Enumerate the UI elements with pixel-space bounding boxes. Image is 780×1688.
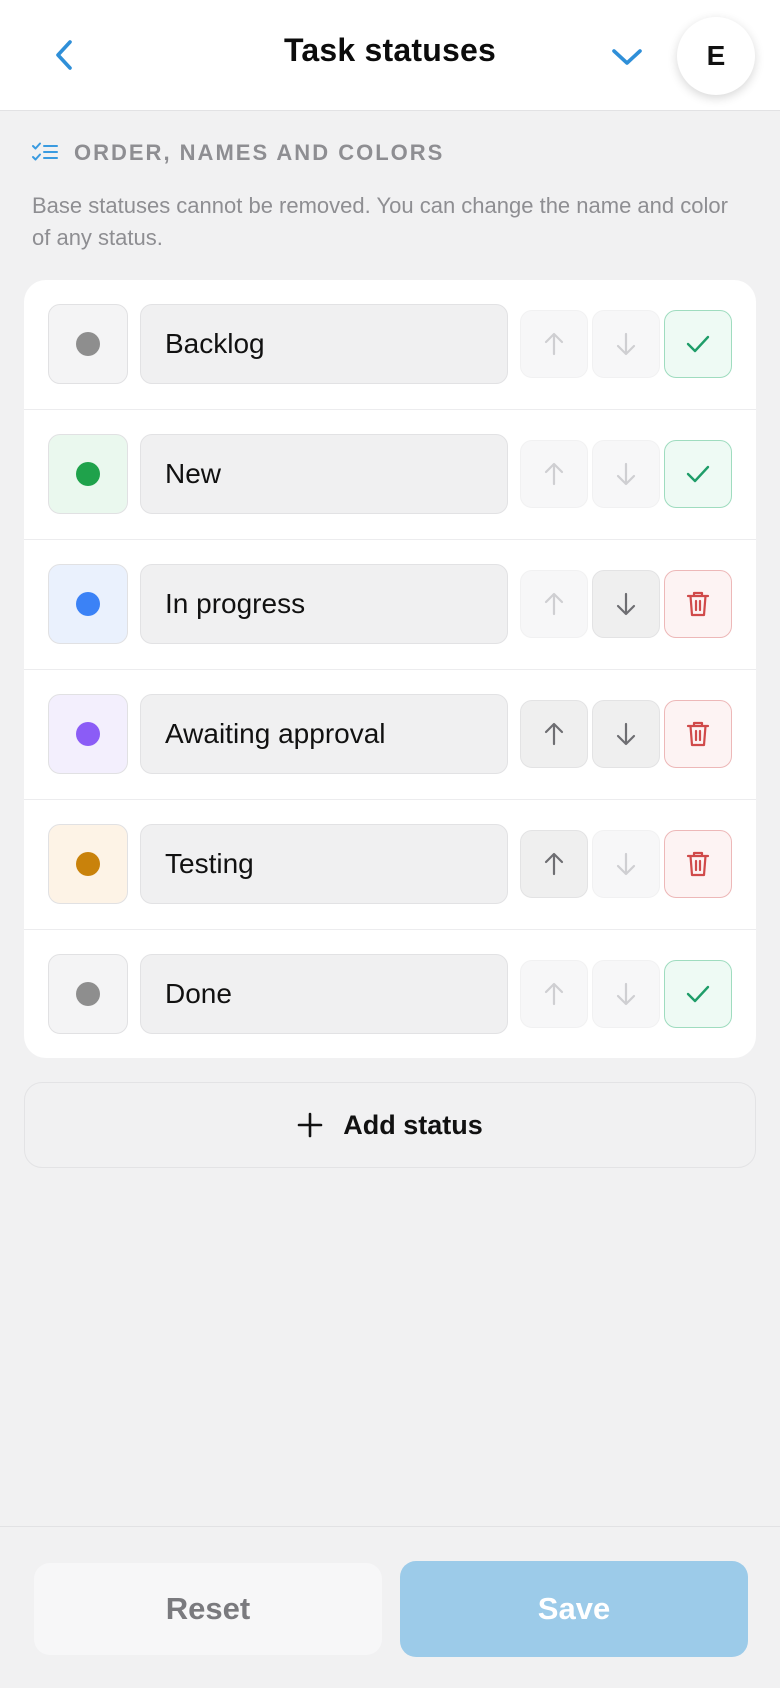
move-down-button[interactable] — [592, 700, 660, 768]
arrow-up-icon — [544, 592, 564, 616]
status-name-input[interactable] — [140, 694, 508, 774]
section-title: ORDER, NAMES AND COLORS — [74, 140, 445, 165]
arrow-up-icon — [544, 462, 564, 486]
status-name-input[interactable] — [140, 954, 508, 1034]
checklist-icon — [32, 142, 58, 161]
check-icon — [686, 335, 710, 353]
chevron-down-icon — [612, 49, 642, 65]
top-bar: Task statuses E — [0, 0, 780, 111]
color-dot — [76, 592, 100, 616]
plus-icon — [297, 1112, 323, 1138]
move-down-button[interactable] — [592, 310, 660, 378]
add-status-label: Add status — [343, 1109, 483, 1140]
status-row — [24, 800, 756, 930]
color-swatch-button[interactable] — [48, 434, 128, 514]
delete-status-button[interactable] — [664, 830, 732, 898]
arrow-down-icon — [616, 332, 636, 356]
trash-icon — [686, 721, 710, 747]
arrow-down-icon — [616, 982, 636, 1006]
confirm-button[interactable] — [664, 440, 732, 508]
confirm-button[interactable] — [664, 960, 732, 1028]
color-dot — [76, 722, 100, 746]
trash-icon — [686, 851, 710, 877]
save-button[interactable]: Save — [400, 1561, 748, 1657]
status-list — [24, 280, 756, 1058]
delete-status-button[interactable] — [664, 570, 732, 638]
arrow-down-icon — [616, 852, 636, 876]
color-dot — [76, 332, 100, 356]
status-name-input[interactable] — [140, 434, 508, 514]
reset-button[interactable]: Reset — [34, 1563, 382, 1655]
arrow-up-icon — [544, 852, 564, 876]
color-swatch-button[interactable] — [48, 564, 128, 644]
arrow-up-icon — [544, 332, 564, 356]
move-up-button[interactable] — [520, 440, 588, 508]
move-down-button[interactable] — [592, 440, 660, 508]
color-dot — [76, 982, 100, 1006]
dropdown-toggle-button[interactable] — [602, 32, 652, 82]
status-name-input[interactable] — [140, 304, 508, 384]
move-up-button[interactable] — [520, 570, 588, 638]
section-header: ORDER, NAMES AND COLORS — [32, 136, 444, 170]
app-screen: Task statuses E ORDER, NAMES AND COLORS … — [0, 0, 780, 1688]
color-swatch-button[interactable] — [48, 954, 128, 1034]
bottom-action-bar: Reset Save — [0, 1526, 780, 1688]
color-dot — [76, 852, 100, 876]
color-swatch-button[interactable] — [48, 694, 128, 774]
arrow-up-icon — [544, 722, 564, 746]
status-row — [24, 280, 756, 410]
status-row — [24, 670, 756, 800]
color-swatch-button[interactable] — [48, 304, 128, 384]
status-row — [24, 540, 756, 670]
section-description: Base statuses cannot be removed. You can… — [32, 193, 728, 250]
status-name-input[interactable] — [140, 824, 508, 904]
move-up-button[interactable] — [520, 700, 588, 768]
avatar[interactable]: E — [677, 17, 755, 95]
move-up-button[interactable] — [520, 960, 588, 1028]
move-up-button[interactable] — [520, 830, 588, 898]
move-down-button[interactable] — [592, 830, 660, 898]
check-icon — [686, 465, 710, 483]
status-row — [24, 930, 756, 1058]
arrow-down-icon — [616, 592, 636, 616]
status-name-input[interactable] — [140, 564, 508, 644]
color-swatch-button[interactable] — [48, 824, 128, 904]
arrow-down-icon — [616, 722, 636, 746]
add-status-button[interactable]: Add status — [24, 1082, 756, 1168]
move-down-button[interactable] — [592, 570, 660, 638]
move-down-button[interactable] — [592, 960, 660, 1028]
confirm-button[interactable] — [664, 310, 732, 378]
move-up-button[interactable] — [520, 310, 588, 378]
page-title: Task statuses — [284, 32, 496, 68]
color-dot — [76, 462, 100, 486]
delete-status-button[interactable] — [664, 700, 732, 768]
check-icon — [686, 985, 710, 1003]
trash-icon — [686, 591, 710, 617]
arrow-up-icon — [544, 982, 564, 1006]
arrow-down-icon — [616, 462, 636, 486]
status-row — [24, 410, 756, 540]
